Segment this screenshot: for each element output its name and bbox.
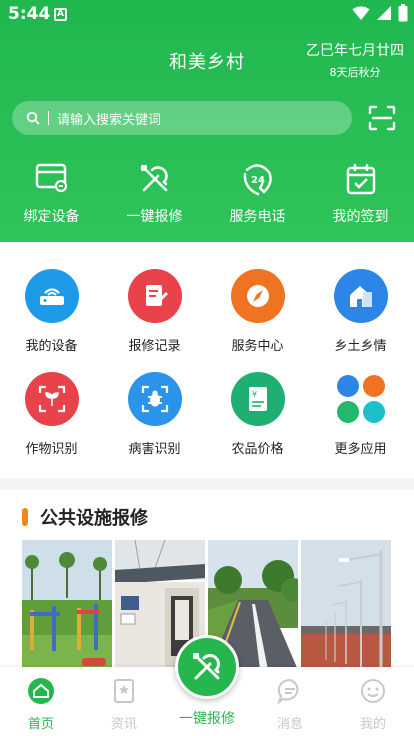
tab-profile[interactable]: 我的	[332, 677, 414, 732]
message-icon	[277, 678, 299, 705]
scan-icon[interactable]	[368, 105, 396, 131]
profile-icon	[361, 679, 385, 703]
grid-label: 服务中心	[231, 339, 284, 354]
grid-label: 病害识别	[128, 442, 181, 457]
solar-term-countdown: 8天后秋分	[329, 66, 381, 79]
quick-bind-device[interactable]: 绑定设备	[0, 162, 103, 226]
news-icon	[114, 679, 134, 703]
lunar-date: 乙巳年七月廿四	[306, 43, 404, 59]
bug-scan-icon	[127, 372, 182, 426]
search-divider	[48, 111, 49, 125]
facility-photo-fitness[interactable]	[22, 540, 112, 670]
quick-repair[interactable]: 一键报修	[103, 162, 206, 226]
repair-record-icon	[127, 269, 182, 323]
grid-repair-records[interactable]: 报修记录	[103, 269, 206, 354]
tab-messages[interactable]: 消息	[249, 677, 331, 732]
search-bar[interactable]: 请输入搜索关键词	[12, 101, 352, 135]
grid-disease-identify[interactable]: 病害识别	[103, 372, 206, 457]
tab-label: 资讯	[110, 717, 137, 732]
grid-label: 乡土乡情	[334, 339, 387, 354]
compass-icon	[230, 269, 285, 323]
feature-grid: 我的设备 报修记录 服务中心 乡土乡情 作物识别 病害识别 ¥ 农品价格 更多应…	[0, 242, 414, 478]
router-icon	[24, 269, 79, 323]
card-link-icon	[35, 163, 67, 193]
grid-label: 作物识别	[25, 442, 78, 457]
tab-label: 消息	[276, 717, 303, 732]
grid-label: 我的设备	[25, 339, 78, 354]
house-icon	[333, 269, 388, 323]
grid-service-center[interactable]: 服务中心	[206, 269, 309, 354]
section-title: 公共设施报修	[40, 508, 148, 529]
status-bar: 5:44 A	[0, 0, 414, 30]
section-accent-bar	[22, 508, 28, 526]
wifi-icon	[352, 6, 370, 20]
tab-home[interactable]: 首页	[0, 677, 82, 732]
tab-label: 首页	[27, 717, 54, 732]
grid-more-apps[interactable]: 更多应用	[309, 372, 412, 457]
repair-fab-label[interactable]: 一键报修	[167, 708, 247, 728]
price-tag-icon: ¥	[230, 372, 285, 426]
plant-scan-icon	[24, 372, 79, 426]
signal-icon	[377, 6, 391, 20]
calendar-check-icon	[346, 164, 375, 195]
status-time: 5:44	[8, 4, 51, 24]
tab-label: 我的	[359, 717, 386, 732]
quick-service-phone[interactable]: 24 服务电话	[206, 162, 309, 226]
more-apps-icon	[334, 372, 388, 426]
search-icon	[26, 111, 40, 125]
repair-fab-button[interactable]	[175, 635, 239, 699]
lunar-calendar[interactable]: 乙巳年七月廿四 8天后秋分	[306, 40, 404, 80]
grid-farm-prices[interactable]: ¥ 农品价格	[206, 372, 309, 457]
grid-label: 更多应用	[334, 442, 387, 457]
repair-tools-icon	[140, 165, 168, 192]
svg-text:24: 24	[251, 175, 265, 186]
phone-24h-icon: 24	[243, 164, 272, 196]
repair-tools-icon	[193, 653, 220, 680]
quick-action-label: 绑定设备	[23, 209, 80, 225]
quick-checkin[interactable]: 我的签到	[309, 162, 412, 226]
facility-photo-streetlights[interactable]	[301, 540, 391, 670]
svg-text:¥: ¥	[252, 390, 257, 399]
tab-news[interactable]: 资讯	[83, 677, 165, 732]
grid-my-devices[interactable]: 我的设备	[0, 269, 103, 354]
quick-action-label: 一键报修	[126, 209, 183, 225]
search-input[interactable]: 请输入搜索关键词	[57, 109, 161, 128]
home-icon	[28, 678, 54, 704]
quick-action-label: 我的签到	[332, 209, 389, 225]
notification-icon: A	[54, 8, 67, 21]
battery-icon	[398, 4, 408, 22]
quick-action-label: 服务电话	[229, 209, 286, 225]
header: 5:44 A 和美乡村 乙巳年七月廿四 8天后秋分 请输入搜索关键词 绑定设备 …	[0, 0, 414, 242]
grid-label: 报修记录	[128, 339, 181, 354]
grid-crop-identify[interactable]: 作物识别	[0, 372, 103, 457]
section-header: 公共设施报修	[22, 504, 148, 530]
grid-village-info[interactable]: 乡土乡情	[309, 269, 412, 354]
grid-label: 农品价格	[231, 442, 284, 457]
